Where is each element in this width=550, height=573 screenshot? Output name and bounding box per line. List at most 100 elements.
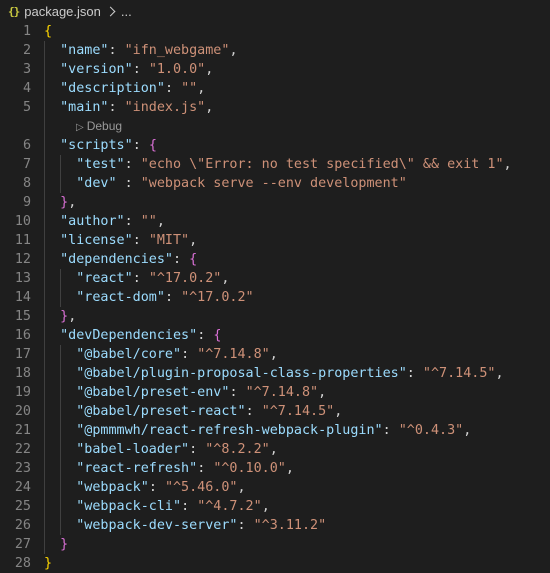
code-line: 1{ xyxy=(0,22,550,41)
code-token: "^17.0.2" xyxy=(148,271,222,286)
code-token: "babel-loader" xyxy=(76,442,190,457)
code-text: "react-refresh": "^0.10.0", xyxy=(44,459,294,478)
line-number: 24 xyxy=(14,480,31,495)
code-text: "@babel/preset-react": "^7.14.5", xyxy=(44,402,342,421)
code-token: "echo \"Error: no test specified\" && ex… xyxy=(140,157,504,172)
line-number: 23 xyxy=(14,461,31,476)
code-token: : xyxy=(237,518,254,533)
line-number: 17 xyxy=(14,347,31,362)
code-token: "webpack serve --env development" xyxy=(140,176,407,191)
code-token: "MIT" xyxy=(148,233,190,248)
code-token: "^7.14.5" xyxy=(422,366,496,381)
line-number: 10 xyxy=(14,214,31,229)
code-line: 14 "react-dom": "^17.0.2" xyxy=(0,288,550,307)
code-token: , xyxy=(269,347,278,362)
code-token: { xyxy=(189,252,198,267)
code-token: } xyxy=(60,195,69,210)
code-line: 4 "description": "", xyxy=(0,79,550,98)
code-line: 17 "@babel/core": "^7.14.8", xyxy=(0,345,550,364)
code-token: "^5.46.0" xyxy=(164,480,238,495)
code-line: 25 "webpack-cli": "^4.7.2", xyxy=(0,497,550,516)
code-token: , xyxy=(229,43,238,58)
code-line: 11 "license": "MIT", xyxy=(0,231,550,250)
code-token: , xyxy=(269,442,278,457)
code-token: , xyxy=(495,366,504,381)
breadcrumb-file[interactable]: package.json xyxy=(24,4,101,19)
code-token: , xyxy=(285,461,294,476)
line-number: 22 xyxy=(14,442,31,457)
code-token: { xyxy=(44,24,53,39)
code-token: : xyxy=(132,138,149,153)
code-line: 8 "dev" : "webpack serve --env developme… xyxy=(0,174,550,193)
line-number: 6 xyxy=(22,138,31,153)
code-token: } xyxy=(60,309,69,324)
code-token: "@babel/plugin-proposal-class-properties… xyxy=(76,366,407,381)
code-token: "description" xyxy=(60,81,165,96)
code-text: "scripts": { xyxy=(44,136,157,155)
breadcrumb-more[interactable]: ... xyxy=(121,4,132,19)
line-number: 27 xyxy=(14,537,31,552)
code-token: , xyxy=(503,157,512,172)
line-number: 4 xyxy=(22,81,31,96)
code-text: }, xyxy=(44,307,76,326)
code-line: 7 "test": "echo \"Error: no test specifi… xyxy=(0,155,550,174)
code-line: 19 "@babel/preset-env": "^7.14.8", xyxy=(0,383,550,402)
line-number: 16 xyxy=(14,328,31,343)
code-line: 10 "author": "", xyxy=(0,212,550,231)
code-token: , xyxy=(205,100,214,115)
code-token: "test" xyxy=(76,157,125,172)
code-line: 12 "dependencies": { xyxy=(0,250,550,269)
code-token: "^4.7.2" xyxy=(197,499,262,514)
code-token: "^7.14.8" xyxy=(197,347,270,362)
code-token: : xyxy=(132,271,149,286)
code-line: 2 "name": "ifn_webgame", xyxy=(0,41,550,60)
code-token: : xyxy=(116,176,141,191)
code-token: , xyxy=(261,499,270,514)
code-token: : xyxy=(229,385,246,400)
code-text: "@babel/preset-env": "^7.14.8", xyxy=(44,383,326,402)
code-token: : xyxy=(132,233,149,248)
line-number: 19 xyxy=(14,385,31,400)
debug-codelens[interactable]: ▷ Debug xyxy=(76,117,122,136)
line-number: 9 xyxy=(22,195,31,210)
code-token: "dependencies" xyxy=(60,252,173,267)
play-icon: ▷ xyxy=(76,122,84,133)
code-token: "^7.14.8" xyxy=(245,385,319,400)
code-token: "scripts" xyxy=(60,138,133,153)
code-token: : xyxy=(181,499,198,514)
code-token: "" xyxy=(181,81,198,96)
code-token: "^17.0.2" xyxy=(181,290,254,305)
code-line: 20 "@babel/preset-react": "^7.14.5", xyxy=(0,402,550,421)
code-token: : xyxy=(382,423,399,438)
json-file-icon: {} xyxy=(8,4,20,18)
code-line: 24 "webpack": "^5.46.0", xyxy=(0,478,550,497)
line-number: 1 xyxy=(22,24,31,39)
code-text: "test": "echo \"Error: no test specified… xyxy=(44,155,512,174)
code-token: , xyxy=(189,233,198,248)
code-line: 23 "react-refresh": "^0.10.0", xyxy=(0,459,550,478)
code-token: "@babel/core" xyxy=(76,347,182,362)
code-token: , xyxy=(68,195,77,210)
code-text: "version": "1.0.0", xyxy=(44,60,213,79)
code-text: "babel-loader": "^8.2.2", xyxy=(44,440,278,459)
code-line: 28} xyxy=(0,554,550,573)
code-token: "webpack" xyxy=(76,480,149,495)
code-token: "ifn_webgame" xyxy=(124,43,230,58)
code-token: "react-refresh" xyxy=(76,461,198,476)
line-number: 21 xyxy=(14,423,31,438)
code-editor[interactable]: 1{2 "name": "ifn_webgame", 3 "version": "… xyxy=(0,22,550,573)
code-token: "name" xyxy=(60,43,109,58)
code-token: "license" xyxy=(60,233,133,248)
code-line: 16 "devDependencies": { xyxy=(0,326,550,345)
line-number: 20 xyxy=(14,404,31,419)
code-token: , xyxy=(237,480,246,495)
code-text: "license": "MIT", xyxy=(44,231,197,250)
code-token: , xyxy=(318,385,327,400)
line-number: 13 xyxy=(14,271,31,286)
code-token: "^0.10.0" xyxy=(213,461,286,476)
